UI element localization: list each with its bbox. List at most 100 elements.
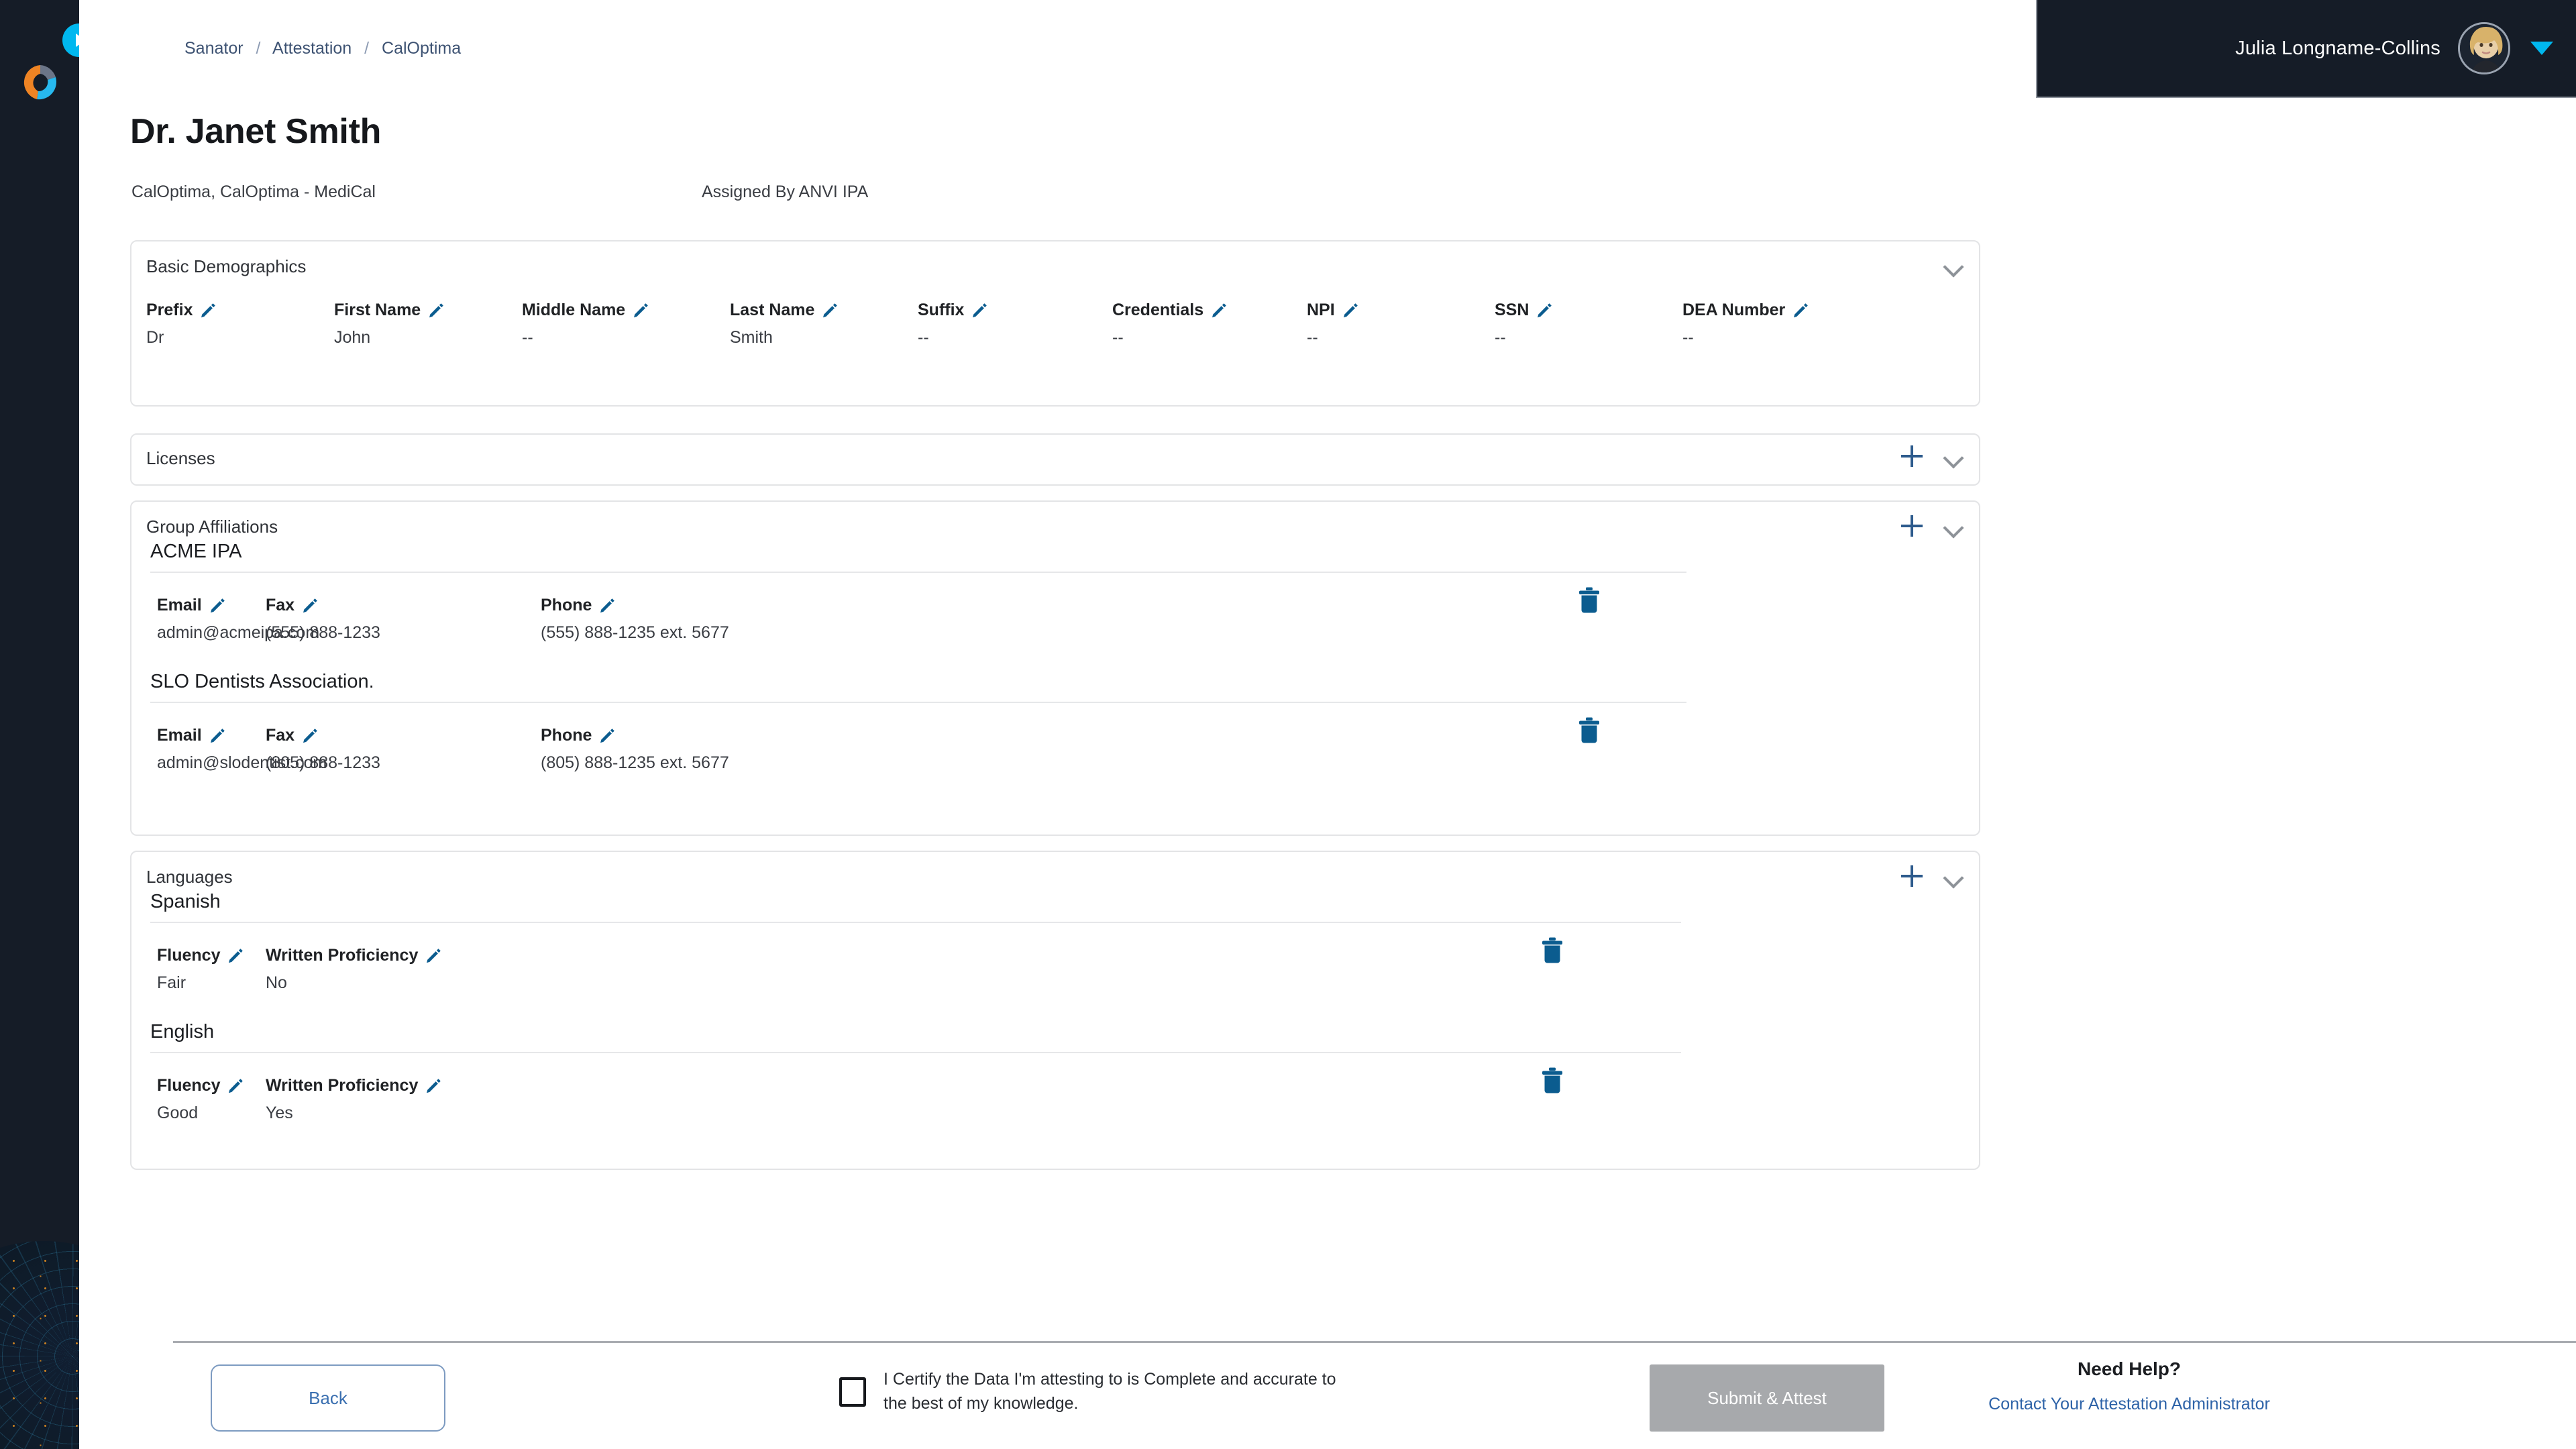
section-title-languages: Languages (146, 867, 233, 887)
language-entry-name: Spanish (150, 891, 221, 912)
pencil-icon[interactable] (301, 727, 319, 745)
contact-administrator-link[interactable]: Contact Your Attestation Administrator (1935, 1395, 2324, 1414)
group-affiliation-phone-value: (805) 888-1235 ext. 5677 (541, 753, 729, 772)
pencil-icon[interactable] (821, 302, 839, 319)
language-fluency-label: Fluency (157, 1076, 221, 1095)
language-fluency-field: Fluency Fair (157, 946, 244, 993)
card-basic-demographics: Basic Demographics Prefix Dr First Name Joh… (130, 240, 1980, 407)
sanator-ring-logo (20, 62, 60, 103)
group-affiliation-email-label: Email (157, 596, 202, 614)
section-title-licenses: Licenses (146, 448, 215, 468)
language-fluency-field: Fluency Good (157, 1076, 244, 1123)
plus-icon[interactable] (1900, 444, 1924, 468)
plus-icon[interactable] (1900, 514, 1924, 538)
need-help-title: Need Help? (2077, 1358, 2182, 1379)
demographics-middle-name-label: Middle Name (522, 301, 626, 319)
trash-icon[interactable] (1540, 1067, 1564, 1095)
breadcrumb: Sanator / Attestation / CalOptima (184, 39, 461, 58)
group-affiliation-phone-field-head: Phone (541, 726, 729, 745)
group-affiliation-entry-divider (150, 572, 1686, 573)
demographics-dea-number-value: -- (1682, 328, 1694, 347)
demographics-prefix-field: Prefix Dr (146, 301, 217, 347)
section-actions-licenses (1900, 444, 1964, 468)
demographics-dea-number-field: DEA Number -- (1682, 301, 1809, 347)
group-affiliation-fax-field-head: Fax (266, 596, 380, 615)
left-rail (0, 0, 79, 1449)
chevron-down-icon[interactable] (1941, 445, 1964, 468)
demographics-prefix-value: Dr (146, 328, 164, 347)
pencil-icon[interactable] (227, 947, 244, 965)
page-title: Dr. Janet Smith (130, 112, 382, 151)
demographics-ssn-value: -- (1495, 328, 1506, 347)
card-group-affiliations: Group Affiliations ACME IPA Email admin@ac… (130, 500, 1980, 836)
trash-icon[interactable] (1540, 936, 1564, 965)
demographics-last-name-field-head: Last Name (730, 301, 839, 320)
group-affiliation-entry-name: ACME IPA (150, 541, 242, 562)
language-fluency-value: Good (157, 1104, 199, 1122)
trash-icon[interactable] (1577, 716, 1601, 745)
group-affiliation-fax-field: Fax (805) 888-1233 (266, 726, 380, 773)
group-affiliation-entry-divider (150, 702, 1686, 703)
pencil-icon[interactable] (598, 597, 616, 614)
demographics-suffix-field-head: Suffix (918, 301, 988, 320)
pencil-icon[interactable] (209, 727, 226, 745)
pencil-icon[interactable] (227, 1077, 244, 1095)
pencil-icon[interactable] (425, 947, 442, 965)
group-affiliation-phone-label: Phone (541, 596, 592, 614)
pencil-icon[interactable] (971, 302, 988, 319)
pencil-icon[interactable] (598, 727, 616, 745)
demographics-ssn-label: SSN (1495, 301, 1529, 319)
pencil-icon[interactable] (1536, 302, 1553, 319)
demographics-middle-name-field: Middle Name -- (522, 301, 649, 347)
pencil-icon[interactable] (1342, 302, 1359, 319)
pencil-icon[interactable] (1792, 302, 1809, 319)
chevron-down-icon[interactable] (1941, 515, 1964, 537)
pencil-icon[interactable] (425, 1077, 442, 1095)
demographics-middle-name-field-head: Middle Name (522, 301, 649, 320)
breadcrumb-separator: / (364, 39, 370, 58)
demographics-suffix-label: Suffix (918, 301, 965, 319)
demographics-last-name-field: Last Name Smith (730, 301, 839, 347)
chevron-down-icon[interactable] (1941, 254, 1964, 276)
breadcrumb-item-caloptima[interactable]: CalOptima (382, 39, 461, 58)
group-affiliation-phone-field: Phone (555) 888-1235 ext. 5677 (541, 596, 729, 643)
pencil-icon[interactable] (632, 302, 649, 319)
certify-checkbox[interactable] (839, 1377, 866, 1407)
pencil-icon[interactable] (1210, 302, 1228, 319)
pencil-icon[interactable] (209, 597, 226, 614)
breadcrumb-item-sanator[interactable]: Sanator (184, 39, 244, 58)
group-affiliation-entry-name: SLO Dentists Association. (150, 671, 374, 692)
demographics-npi-value: -- (1307, 328, 1318, 347)
breadcrumb-item-attestation[interactable]: Attestation (272, 39, 352, 58)
pencil-icon[interactable] (301, 597, 319, 614)
pencil-icon[interactable] (199, 302, 217, 319)
trash-icon[interactable] (1577, 586, 1601, 614)
demographics-prefix-field-head: Prefix (146, 301, 217, 320)
need-help-block: Need Help? Contact Your Attestation Admi… (1935, 1358, 2324, 1414)
pencil-icon[interactable] (427, 302, 445, 319)
chevron-down-icon[interactable] (1941, 865, 1964, 888)
expand-arrow-icon[interactable] (62, 23, 79, 57)
main-content: Sanator / Attestation / CalOptima Dr. Ja… (79, 0, 2576, 1449)
group-affiliation-email-label: Email (157, 726, 202, 745)
demographics-first-name-value: John (334, 328, 371, 347)
language-written-proficiency-field: Written Proficiency No (266, 946, 442, 993)
language-written-proficiency-field: Written Proficiency Yes (266, 1076, 442, 1123)
group-affiliation-fax-label: Fax (266, 596, 295, 614)
submit-attest-button[interactable]: Submit & Attest (1650, 1364, 1884, 1432)
demographics-first-name-field: First Name John (334, 301, 445, 347)
back-button[interactable]: Back (211, 1364, 445, 1432)
demographics-credentials-field-head: Credentials (1112, 301, 1228, 320)
language-written-proficiency-label: Written Proficiency (266, 946, 419, 965)
group-affiliation-phone-label: Phone (541, 726, 592, 745)
section-actions-group-affiliations (1900, 514, 1964, 538)
language-written-proficiency-label: Written Proficiency (266, 1076, 419, 1095)
plus-icon[interactable] (1900, 864, 1924, 888)
demographics-npi-field-head: NPI (1307, 301, 1359, 320)
demographics-npi-label: NPI (1307, 301, 1335, 319)
group-affiliation-phone-field-head: Phone (541, 596, 729, 615)
globe-dots-graphic (0, 1241, 79, 1449)
language-written-proficiency-value: Yes (266, 1104, 293, 1122)
group-affiliation-phone-value: (555) 888-1235 ext. 5677 (541, 623, 729, 642)
language-entry-divider (150, 922, 1681, 923)
